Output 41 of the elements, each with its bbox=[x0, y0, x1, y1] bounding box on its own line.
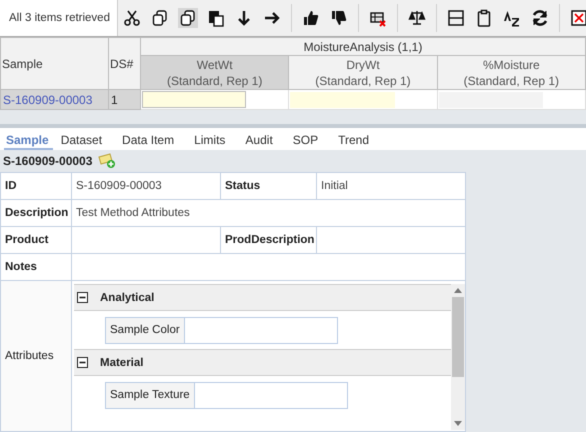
field-label: Product bbox=[0, 226, 72, 254]
column-header[interactable]: DryWt (Standard, Rep 1) bbox=[288, 56, 438, 90]
table-cell: 1 bbox=[108, 90, 140, 110]
scroll-down-icon[interactable] bbox=[454, 421, 462, 426]
tab[interactable]: Sample bbox=[4, 133, 53, 150]
field-label: Attributes bbox=[0, 280, 72, 432]
column-header[interactable]: WetWt (Standard, Rep 1) bbox=[140, 56, 289, 90]
column-header[interactable]: %Moisture (Standard, Rep 1) bbox=[437, 56, 586, 90]
scrollbar[interactable] bbox=[451, 284, 465, 430]
status-text: All 3 items retrieved bbox=[0, 0, 118, 36]
group-header[interactable]: Analytical bbox=[74, 284, 451, 311]
column-header[interactable]: Sample bbox=[0, 38, 108, 90]
column-header[interactable]: DS# bbox=[108, 38, 140, 90]
tab[interactable]: SOP bbox=[292, 133, 330, 150]
sample-link[interactable]: S-160909-00003 bbox=[0, 90, 108, 110]
tab[interactable]: Dataset bbox=[60, 133, 114, 150]
field-label: ID bbox=[0, 172, 72, 200]
field-label: ProdDescription bbox=[220, 226, 316, 254]
field-value: S-160909-00003 bbox=[72, 172, 220, 200]
group-name: Material bbox=[100, 356, 144, 368]
field-value: Test Method Attributes bbox=[72, 200, 466, 226]
copy-icon[interactable] bbox=[178, 8, 198, 28]
tab[interactable]: Audit bbox=[245, 133, 285, 150]
split-view-icon[interactable] bbox=[446, 8, 466, 28]
scissors-icon[interactable] bbox=[122, 8, 142, 28]
scroll-up-icon[interactable] bbox=[454, 288, 462, 293]
collapse-icon[interactable] bbox=[77, 357, 88, 368]
group-header: MoistureAnalysis (1,1) bbox=[140, 38, 586, 56]
crossed-box-icon[interactable] bbox=[568, 8, 586, 28]
group-header[interactable]: Material bbox=[74, 349, 451, 376]
field-label: Description bbox=[0, 200, 72, 226]
field-value: Initial bbox=[316, 172, 466, 200]
add-note-icon[interactable] bbox=[98, 153, 116, 169]
tab[interactable]: Trend bbox=[338, 133, 382, 150]
input-field[interactable] bbox=[142, 91, 246, 108]
tab[interactable]: Limits bbox=[194, 133, 238, 150]
field-label: Status bbox=[220, 172, 316, 200]
collapse-icon[interactable] bbox=[77, 292, 88, 303]
group-name: Analytical bbox=[100, 292, 154, 304]
record-title: S-160909-00003 bbox=[3, 154, 92, 168]
tab[interactable]: Data Item bbox=[122, 133, 186, 150]
